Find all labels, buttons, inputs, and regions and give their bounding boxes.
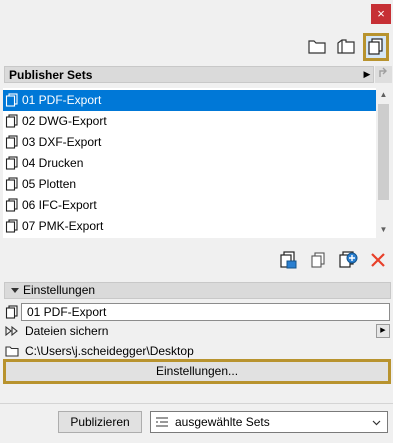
up-arrow-icon xyxy=(378,67,387,77)
save-files-label: Dateien sichern xyxy=(25,324,109,338)
set-name-field[interactable]: 01 PDF-Export xyxy=(21,303,390,321)
set-icon xyxy=(5,198,18,212)
close-button[interactable]: × xyxy=(371,4,391,24)
set-icon xyxy=(5,114,18,128)
publish-button[interactable]: Publizieren xyxy=(58,411,142,433)
set-icon xyxy=(5,305,19,319)
list-item[interactable]: 04 Drucken xyxy=(3,153,376,174)
publisher-sets-icon xyxy=(368,38,383,55)
set-icon xyxy=(5,93,18,107)
set-icon xyxy=(5,156,18,170)
divider xyxy=(0,403,393,404)
list-item[interactable]: 02 DWG-Export xyxy=(3,111,376,132)
publisher-sets-list[interactable]: 01 PDF-Export 02 DWG-Export 03 DXF-Expor… xyxy=(3,88,376,238)
list-item-label: 07 PMK-Export xyxy=(22,219,104,233)
set-icon xyxy=(5,177,18,191)
duplicate-set-icon[interactable] xyxy=(308,250,328,270)
delete-icon[interactable] xyxy=(368,250,388,270)
scroll-down-icon[interactable]: ▼ xyxy=(376,223,391,237)
folder-icon xyxy=(5,345,19,357)
navigate-up-button[interactable] xyxy=(375,66,392,83)
new-set-icon[interactable] xyxy=(278,250,298,270)
settings-button[interactable]: Einstellungen... xyxy=(3,359,391,384)
set-icon xyxy=(5,219,18,233)
publisher-sets-header: Publisher Sets xyxy=(4,66,374,83)
settings-header-label: Einstellungen xyxy=(23,283,96,297)
scope-dropdown[interactable]: ausgewählte Sets xyxy=(150,411,388,433)
list-item-label: 04 Drucken xyxy=(22,156,84,170)
chevron-down-icon xyxy=(372,420,381,426)
settings-section-header[interactable]: Einstellungen xyxy=(4,282,391,299)
folder-icon[interactable] xyxy=(306,35,328,57)
list-style-icon xyxy=(156,417,168,427)
list-item[interactable]: 01 PDF-Export xyxy=(3,90,376,111)
list-item[interactable]: 03 DXF-Export xyxy=(3,132,376,153)
fast-forward-icon xyxy=(5,325,19,337)
open-folder-icon[interactable] xyxy=(335,35,357,57)
collapse-triangle-icon xyxy=(11,288,19,293)
list-item-label: 03 DXF-Export xyxy=(22,135,102,149)
list-item[interactable]: 07 PMK-Export xyxy=(3,216,376,237)
header-arrow-icon[interactable]: ▶ xyxy=(361,67,373,82)
scrollbar-thumb[interactable] xyxy=(378,104,389,200)
set-icon xyxy=(5,135,18,149)
list-item-label: 06 IFC-Export xyxy=(22,198,97,212)
list-item[interactable]: 06 IFC-Export xyxy=(3,195,376,216)
list-item-label: 02 DWG-Export xyxy=(22,114,107,128)
list-item-label: 05 Plotten xyxy=(22,177,77,191)
save-files-options-button[interactable]: ▶ xyxy=(376,324,390,338)
list-item-label: 01 PDF-Export xyxy=(22,93,102,107)
add-set-icon[interactable] xyxy=(338,250,358,270)
publisher-sets-toggle[interactable] xyxy=(363,33,389,61)
list-item[interactable]: 05 Plotten xyxy=(3,174,376,195)
scroll-up-icon[interactable]: ▲ xyxy=(376,88,391,102)
scope-dropdown-value: ausgewählte Sets xyxy=(175,415,270,429)
export-path: C:\Users\j.scheidegger\Desktop xyxy=(25,344,194,358)
